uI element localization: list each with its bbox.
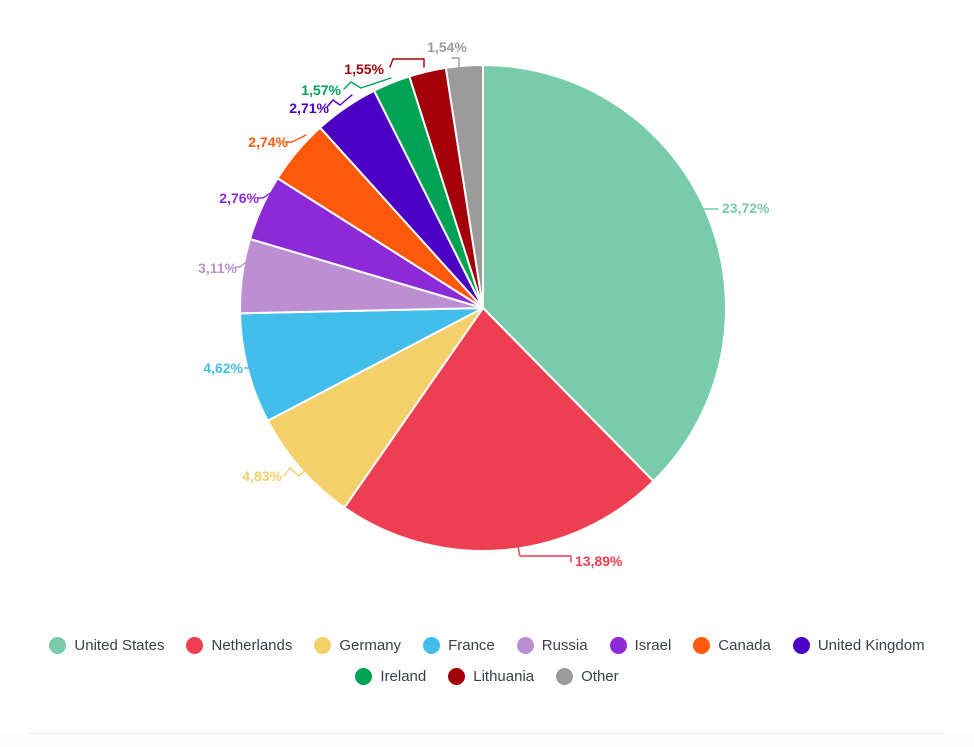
slice-percentage-label: 1,55% <box>344 61 384 77</box>
legend-item-united-kingdom[interactable]: United Kingdom <box>792 637 925 654</box>
pie-chart-svg[interactable]: 23,72% 13,89% 4,83% 4,62% 3,11% 2,76% 2,74% 2,7… <box>0 0 974 620</box>
legend-item-lithuania[interactable]: Lithuania <box>448 668 534 685</box>
legend-swatch-icon <box>556 668 574 685</box>
chart-legend[interactable]: United States Netherlands Germany France Rus… <box>0 620 974 725</box>
leader-line <box>389 58 425 68</box>
leader-line <box>286 134 307 143</box>
pie-chart-page: 23,72% 13,89% 4,83% 4,62% 3,11% 2,76% 2,74% 2,7… <box>0 0 974 747</box>
slice-percentage-label: 4,62% <box>203 360 243 376</box>
legend-item-france[interactable]: France <box>423 637 495 654</box>
legend-label: France <box>448 637 495 654</box>
legend-label: Russia <box>541 637 588 654</box>
legend-label: Germany <box>339 637 402 654</box>
legend-swatch-icon <box>314 637 332 654</box>
legend-row: Ireland Lithuania Other <box>344 668 629 685</box>
legend-item-ireland[interactable]: Ireland <box>355 668 426 685</box>
legend-swatch-icon <box>693 637 711 654</box>
legend-swatch-icon <box>49 637 67 654</box>
legend-item-canada[interactable]: Canada <box>693 637 771 654</box>
slice-percentage-label: 23,72% <box>722 200 770 216</box>
legend-row: United States Netherlands Germany France Rus… <box>38 637 935 654</box>
legend-item-israel[interactable]: Israel <box>609 637 672 654</box>
slice-percentage-label: 2,74% <box>248 134 288 150</box>
legend-item-netherlands[interactable]: Netherlands <box>186 637 292 654</box>
legend-label: United Kingdom <box>817 637 925 654</box>
legend-label: United States <box>74 637 165 654</box>
legend-swatch-icon <box>186 637 204 654</box>
legend-item-united-states[interactable]: United States <box>49 637 164 654</box>
chart-area: 23,72% 13,89% 4,83% 4,62% 3,11% 2,76% 2,74% 2,7… <box>0 0 974 620</box>
slice-percentage-label: 4,83% <box>242 468 282 484</box>
legend-swatch-icon <box>355 668 373 685</box>
legend-label: Israel <box>634 637 672 654</box>
slice-percentage-label: 2,71% <box>289 100 329 116</box>
slice-percentage-label: 3,11% <box>198 260 237 276</box>
pie-slices-group[interactable] <box>239 64 727 552</box>
legend-item-russia[interactable]: Russia <box>516 637 588 654</box>
slice-percentage-label: 1,57% <box>301 82 341 98</box>
legend-item-germany[interactable]: Germany <box>314 637 401 654</box>
legend-label: Other <box>581 668 619 685</box>
legend-item-other[interactable]: Other <box>556 668 619 685</box>
legend-label: Lithuania <box>473 668 535 685</box>
legend-label: Netherlands <box>211 637 293 654</box>
slice-percentage-label: 13,89% <box>575 553 623 569</box>
legend-swatch-icon <box>516 637 534 654</box>
bottom-strip <box>0 734 974 747</box>
legend-swatch-icon <box>448 668 466 685</box>
slice-percentage-label: 2,76% <box>219 190 259 206</box>
legend-label: Canada <box>718 637 771 654</box>
legend-label: Ireland <box>380 668 427 685</box>
legend-swatch-icon <box>792 637 810 654</box>
legend-swatch-icon <box>609 637 627 654</box>
legend-swatch-icon <box>423 637 441 654</box>
slice-percentage-label: 1,54% <box>427 39 467 55</box>
